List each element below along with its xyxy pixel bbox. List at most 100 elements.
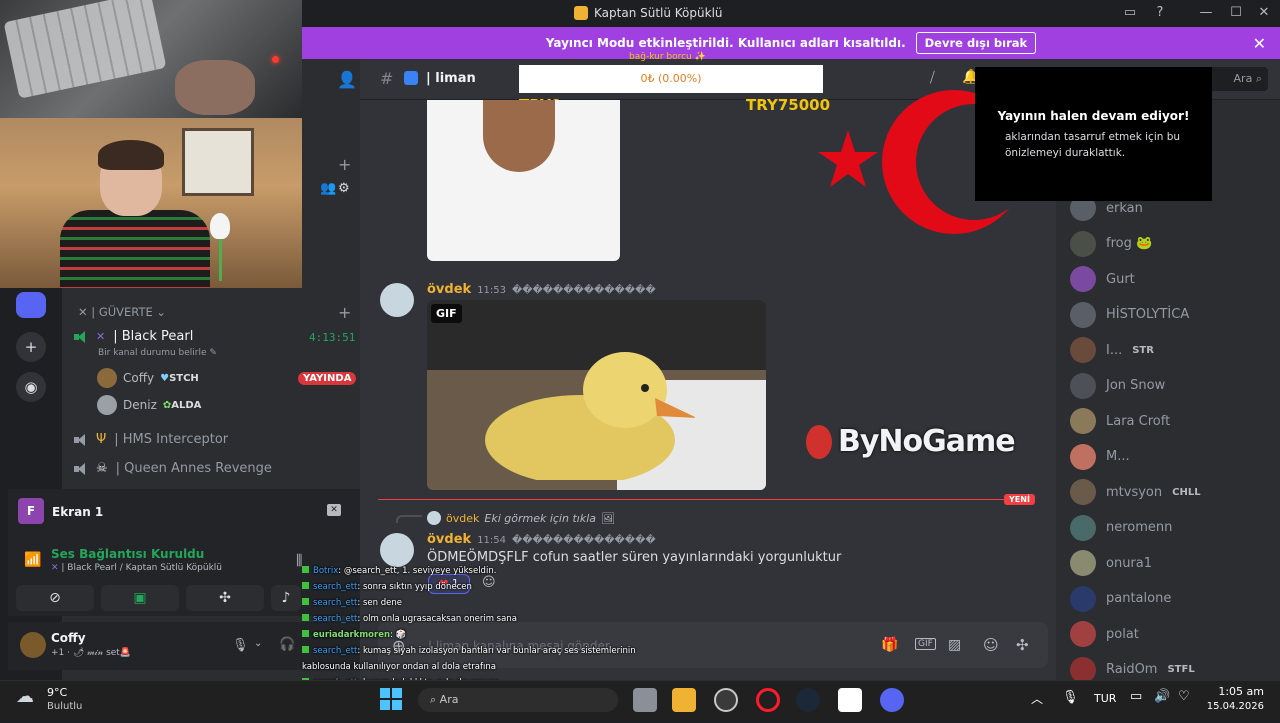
- weather-desc[interactable]: Bulutlu: [47, 701, 82, 712]
- opera-icon[interactable]: [756, 688, 780, 712]
- member-item[interactable]: pantalone: [1070, 585, 1171, 612]
- member-item[interactable]: onura1: [1070, 550, 1152, 576]
- leaf-icon: ✿: [162, 399, 172, 411]
- overlay-chat-line: euriadarkmoren: 🎲: [302, 627, 642, 643]
- screen-share-button[interactable]: ▣: [101, 585, 179, 611]
- microphone-icon[interactable]: 🎙: [232, 638, 249, 653]
- voice-channel-queen-annes-revenge[interactable]: ☠ | Queen Annes Revenge: [74, 461, 272, 476]
- capcut-icon[interactable]: [838, 688, 862, 712]
- voice-user[interactable]: Deniz ✿ALDA: [97, 395, 201, 415]
- clock-time[interactable]: 1:05 am: [1212, 685, 1264, 698]
- image-attachment[interactable]: [427, 100, 620, 261]
- member-item[interactable]: polat: [1070, 621, 1139, 647]
- reply-text: Eki görmek için tıkla: [484, 511, 596, 525]
- avatar[interactable]: [380, 533, 414, 567]
- member-name: I...: [1106, 342, 1123, 358]
- member-item[interactable]: Jon Snow: [1070, 372, 1165, 399]
- taskbar-search[interactable]: ⌕ Ara: [418, 688, 618, 712]
- explore-icon[interactable]: ◉: [16, 372, 46, 402]
- clock-date[interactable]: 15.04.2026: [1202, 701, 1264, 712]
- message-author[interactable]: övdek: [427, 532, 471, 547]
- discord-icon[interactable]: [880, 688, 904, 712]
- channel-name: | HMS Interceptor: [114, 432, 229, 447]
- member-item[interactable]: neromenn: [1070, 514, 1172, 541]
- gift-icon[interactable]: 🎁: [881, 637, 898, 653]
- desk-camera-overlay: [0, 0, 302, 118]
- microphone-icon[interactable]: 🎙: [1062, 690, 1079, 705]
- member-name: mtvsyon: [1106, 484, 1163, 500]
- tray-expand-icon[interactable]: ︿: [1031, 690, 1043, 707]
- stop-share-icon[interactable]: ✕: [327, 504, 341, 516]
- minimize-button[interactable]: —: [1196, 4, 1216, 22]
- battery-icon[interactable]: ♡: [1178, 689, 1190, 704]
- create-channel-icon[interactable]: +: [338, 155, 351, 174]
- disable-streamer-mode-button[interactable]: Devre dışı bırak: [915, 32, 1037, 54]
- member-name: HİSTOLYTİCA: [1106, 307, 1190, 322]
- member-item[interactable]: frog 🐸: [1070, 230, 1152, 257]
- message-author[interactable]: övdek: [427, 282, 471, 297]
- message-header: övdek 11:53 ��������������: [427, 282, 656, 297]
- avatar: [1070, 585, 1096, 612]
- member-item[interactable]: HİSTOLYTİCA: [1070, 301, 1190, 328]
- obs-icon[interactable]: [714, 688, 738, 712]
- user-status[interactable]: +1 · 🌶 𝓂𝒾𝓃 set🚨: [51, 648, 131, 658]
- chevron-down-icon: ⌄: [152, 305, 167, 319]
- voice-status-text[interactable]: Ses Bağlantısı Kuruldu: [51, 547, 204, 561]
- avatar[interactable]: [380, 283, 414, 317]
- weather-icon[interactable]: ☁: [16, 686, 34, 707]
- member-item[interactable]: Lara Croft: [1070, 408, 1170, 434]
- search-icon: ⌕: [1255, 72, 1262, 85]
- inbox-icon[interactable]: ▭: [1120, 4, 1140, 22]
- maximize-button[interactable]: ☐: [1226, 4, 1246, 22]
- channel-name: | liman: [426, 71, 476, 86]
- avatar[interactable]: [20, 632, 46, 658]
- member-item[interactable]: I... STR: [1070, 337, 1154, 363]
- add-voice-channel-icon[interactable]: +: [338, 303, 351, 322]
- steam-icon[interactable]: [796, 688, 820, 712]
- apps-icon[interactable]: ✣: [1016, 636, 1029, 654]
- start-button[interactable]: [380, 688, 402, 710]
- avatar: [1070, 514, 1096, 541]
- reply-author: övdek: [446, 511, 480, 525]
- avatar: [1070, 443, 1096, 470]
- soundboard-button[interactable]: ♪: [271, 585, 301, 611]
- volume-icon[interactable]: 🔊: [1154, 689, 1170, 704]
- chevron-down-icon[interactable]: ⌄: [254, 638, 262, 649]
- task-view-icon[interactable]: [633, 688, 657, 712]
- invite-icon[interactable]: 👥: [320, 181, 336, 196]
- network-icon[interactable]: ▭: [1130, 689, 1142, 704]
- reply-preview[interactable]: övdek Eki görmek için tıkla 🖼: [427, 511, 615, 525]
- weather-temp[interactable]: 9°C: [47, 686, 67, 699]
- emoji-icon[interactable]: ☺: [983, 636, 999, 654]
- help-icon[interactable]: ?: [1150, 4, 1170, 22]
- server-folder-icon[interactable]: [16, 292, 46, 318]
- voice-user[interactable]: Coffy ♥STCH: [97, 368, 199, 388]
- channel-status[interactable]: Bir kanal durumu belirle ✎: [98, 348, 217, 358]
- gif-attachment[interactable]: GIF: [427, 300, 766, 490]
- close-window-button[interactable]: ✕: [1254, 4, 1274, 22]
- voice-channel-hms-interceptor[interactable]: Ψ | HMS Interceptor: [74, 432, 228, 447]
- camera-off-button[interactable]: ⊘: [16, 585, 94, 611]
- member-item[interactable]: mtvsyon CHLL: [1070, 479, 1201, 505]
- file-explorer-icon[interactable]: [672, 688, 696, 712]
- member-item[interactable]: RaidOm STFL: [1070, 656, 1195, 683]
- headphones-icon[interactable]: 🎧: [279, 637, 295, 652]
- sticker-icon[interactable]: ▨: [948, 637, 961, 653]
- activities-button[interactable]: ✣: [186, 585, 264, 611]
- gif-picker-icon[interactable]: GIF: [915, 638, 936, 650]
- voice-location[interactable]: ✕ | Black Pearl / Kaptan Sütlü Köpüklü: [51, 563, 222, 573]
- member-item[interactable]: M...: [1070, 443, 1130, 470]
- user-name[interactable]: Coffy: [51, 631, 86, 645]
- add-friend-icon[interactable]: 👤: [337, 70, 357, 89]
- add-server-icon[interactable]: +: [16, 332, 46, 362]
- member-item[interactable]: Gurt: [1070, 266, 1135, 292]
- category-header[interactable]: ✕ | GÜVERTE ⌄: [78, 305, 166, 319]
- banner-close-icon[interactable]: ✕: [1253, 34, 1266, 53]
- signal-icon[interactable]: 📶: [24, 552, 41, 568]
- voice-channel-black-pearl[interactable]: ✕ | Black Pearl: [74, 329, 193, 344]
- language-indicator[interactable]: TUR: [1094, 692, 1116, 705]
- avatar: [97, 395, 117, 415]
- user-tag: ♥STCH: [160, 372, 199, 384]
- gear-icon[interactable]: ⚙: [338, 181, 350, 196]
- share-title: Ekran 1: [52, 505, 104, 519]
